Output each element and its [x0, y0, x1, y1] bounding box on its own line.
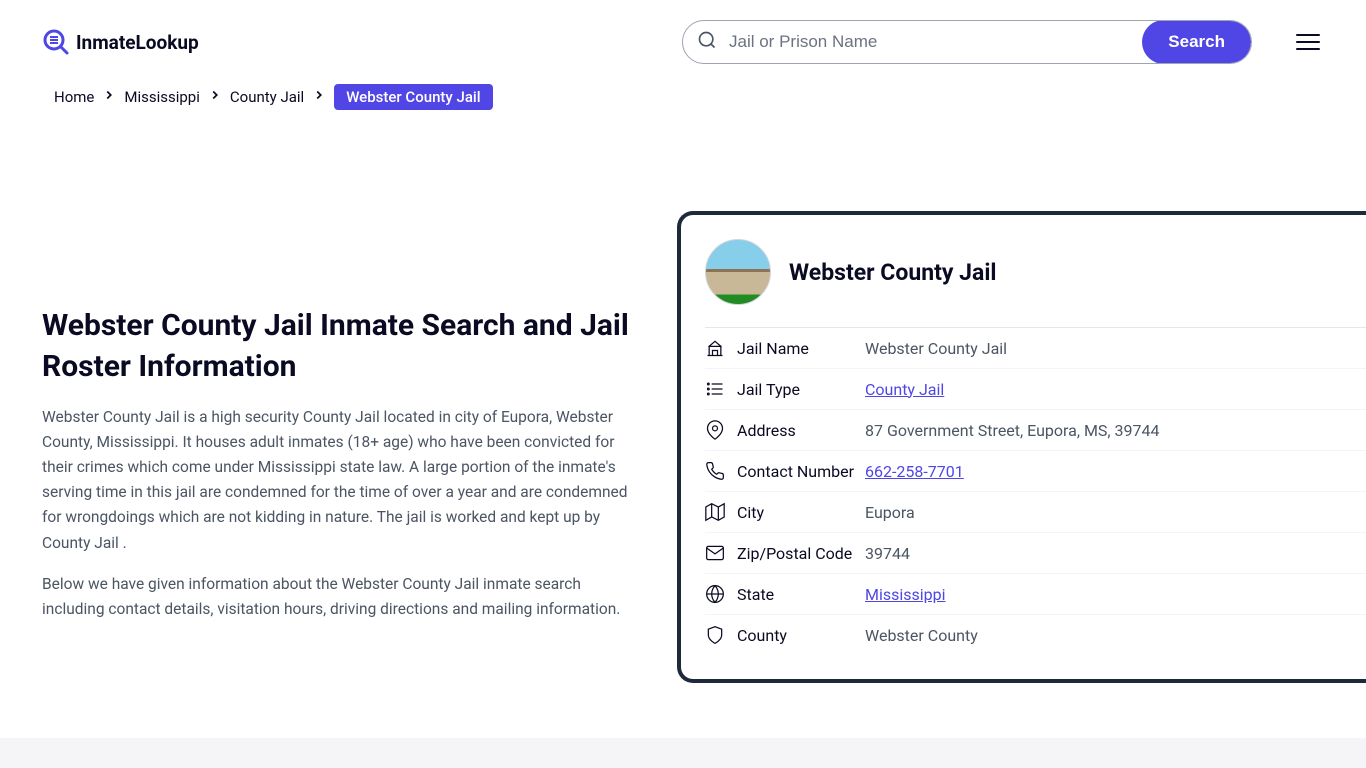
search-button[interactable]: Search: [1142, 20, 1251, 64]
logo-icon: [42, 28, 70, 56]
info-label: County: [737, 626, 865, 645]
info-row: Contact Number662-258-7701: [705, 450, 1366, 491]
info-row: StateMississippi: [705, 573, 1366, 614]
info-label: Contact Number: [737, 462, 865, 481]
logo[interactable]: InmateLookup: [42, 28, 199, 56]
row-icon: [705, 461, 725, 481]
row-icon: [705, 420, 725, 440]
info-label: Address: [737, 421, 865, 440]
logo-text: InmateLookup: [76, 31, 199, 54]
left-column: Webster County Jail Inmate Search and Ja…: [42, 136, 637, 683]
info-value[interactable]: 662-258-7701: [865, 462, 964, 481]
info-value: Webster County Jail: [865, 339, 1007, 358]
info-label: Zip/Postal Code: [737, 544, 865, 563]
info-value[interactable]: Mississippi: [865, 585, 946, 604]
jail-info-card: Webster County Jail Jail NameWebster Cou…: [677, 211, 1366, 683]
jail-avatar: [705, 239, 771, 305]
content: Webster County Jail Inmate Search and Ja…: [0, 136, 1366, 683]
row-icon: [705, 625, 725, 645]
info-row: Jail NameWebster County Jail: [705, 327, 1366, 368]
breadcrumb-item-type[interactable]: County Jail: [230, 88, 304, 106]
intro-paragraph-2: Below we have given information about th…: [42, 572, 637, 622]
header: InmateLookup Search: [0, 0, 1366, 84]
page-title: Webster County Jail Inmate Search and Ja…: [42, 306, 637, 387]
info-value[interactable]: County Jail: [865, 380, 944, 399]
info-row: CountyWebster County: [705, 614, 1366, 655]
info-label: State: [737, 585, 865, 604]
info-label: Jail Type: [737, 380, 865, 399]
row-icon: [705, 584, 725, 604]
info-value: 87 Government Street, Eupora, MS, 39744: [865, 421, 1160, 440]
breadcrumb-current: Webster County Jail: [334, 84, 492, 110]
chevron-right-icon: [312, 88, 326, 106]
chevron-right-icon: [208, 88, 222, 106]
breadcrumb: Home Mississippi County Jail Webster Cou…: [0, 84, 1366, 116]
search-input[interactable]: [717, 32, 1142, 52]
search-wrap: Search: [682, 20, 1252, 64]
chevron-right-icon: [102, 88, 116, 106]
footer-area: [0, 738, 1366, 768]
row-icon: [705, 379, 725, 399]
info-row: CityEupora: [705, 491, 1366, 532]
row-icon: [705, 502, 725, 522]
breadcrumb-item-home[interactable]: Home: [54, 88, 94, 106]
right-column: Webster County Jail Jail NameWebster Cou…: [677, 136, 1366, 683]
info-value: Webster County: [865, 626, 978, 645]
breadcrumb-item-state[interactable]: Mississippi: [124, 88, 200, 106]
info-value: 39744: [865, 544, 910, 563]
intro-paragraph-1: Webster County Jail is a high security C…: [42, 405, 637, 556]
info-row: Zip/Postal Code39744: [705, 532, 1366, 573]
search-icon: [697, 30, 717, 54]
info-row: Address87 Government Street, Eupora, MS,…: [705, 409, 1366, 450]
header-right: Search: [682, 20, 1324, 64]
info-label: Jail Name: [737, 339, 865, 358]
info-row: Jail TypeCounty Jail: [705, 368, 1366, 409]
menu-icon[interactable]: [1292, 30, 1324, 54]
info-label: City: [737, 503, 865, 522]
card-header: Webster County Jail: [705, 239, 1366, 305]
row-icon: [705, 543, 725, 563]
row-icon: [705, 338, 725, 358]
card-title: Webster County Jail: [789, 259, 997, 286]
info-value: Eupora: [865, 503, 915, 522]
